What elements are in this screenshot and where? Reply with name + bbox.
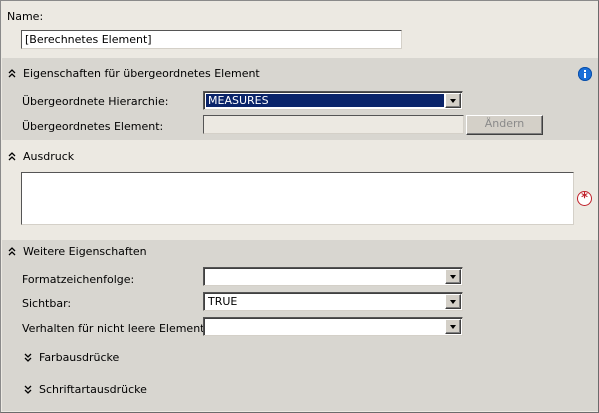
- dropdown-arrow-icon[interactable]: [445, 294, 461, 309]
- parent-hierarchy-label: Übergeordnete Hierarchie:: [22, 95, 169, 108]
- more-properties-header[interactable]: Weitere Eigenschaften: [8, 245, 147, 258]
- font-expressions-toggle[interactable]: Schriftartausdrücke: [24, 383, 147, 396]
- info-icon[interactable]: [578, 67, 592, 81]
- name-label: Name:: [7, 10, 44, 23]
- font-expressions-label: Schriftartausdrücke: [39, 383, 147, 396]
- expand-icon: [24, 385, 32, 394]
- format-string-value: [206, 270, 444, 283]
- expression-section: Ausdruck *: [2, 140, 598, 240]
- dropdown-arrow-icon[interactable]: [445, 269, 461, 284]
- expand-icon: [24, 353, 32, 362]
- format-string-label: Formatzeichenfolge:: [22, 273, 135, 286]
- visible-value: TRUE: [208, 295, 238, 308]
- more-properties-section: Weitere Eigenschaften Formatzeichenfolge…: [2, 240, 598, 411]
- collapse-icon: [8, 69, 16, 78]
- parent-properties-title: Eigenschaften für übergeordnetes Element: [23, 67, 260, 80]
- non-empty-behavior-label: Verhalten für nicht leere Elemente:: [22, 322, 215, 335]
- expression-textarea[interactable]: [21, 172, 574, 225]
- name-section: Name:: [2, 2, 598, 58]
- dropdown-arrow-icon[interactable]: [445, 93, 461, 108]
- parent-properties-section: Eigenschaften für übergeordnetes Element…: [2, 58, 598, 140]
- parent-hierarchy-select[interactable]: MEASURES: [203, 91, 463, 110]
- visible-select[interactable]: TRUE: [203, 292, 463, 311]
- format-string-select[interactable]: [203, 267, 463, 286]
- more-properties-title: Weitere Eigenschaften: [23, 245, 147, 258]
- parent-element-input: [203, 115, 464, 134]
- change-button[interactable]: Ändern: [466, 115, 543, 135]
- non-empty-behavior-select[interactable]: [203, 317, 463, 336]
- parent-hierarchy-value: MEASURES: [206, 94, 444, 107]
- required-icon: *: [577, 191, 592, 206]
- color-expressions-toggle[interactable]: Farbausdrücke: [24, 351, 119, 364]
- calculated-member-form: Name: Eigenschaften für übergeordnetes E…: [0, 0, 599, 413]
- parent-element-label: Übergeordnetes Element:: [22, 120, 164, 133]
- name-input[interactable]: [21, 30, 402, 49]
- collapse-icon: [8, 247, 16, 256]
- non-empty-behavior-value: [206, 320, 444, 333]
- dropdown-arrow-icon[interactable]: [445, 319, 461, 334]
- color-expressions-label: Farbausdrücke: [39, 351, 120, 364]
- expression-header[interactable]: Ausdruck: [8, 150, 74, 163]
- expression-title: Ausdruck: [23, 150, 75, 163]
- visible-label: Sichtbar:: [22, 297, 72, 310]
- collapse-icon: [8, 152, 16, 161]
- parent-properties-header[interactable]: Eigenschaften für übergeordnetes Element: [8, 67, 260, 80]
